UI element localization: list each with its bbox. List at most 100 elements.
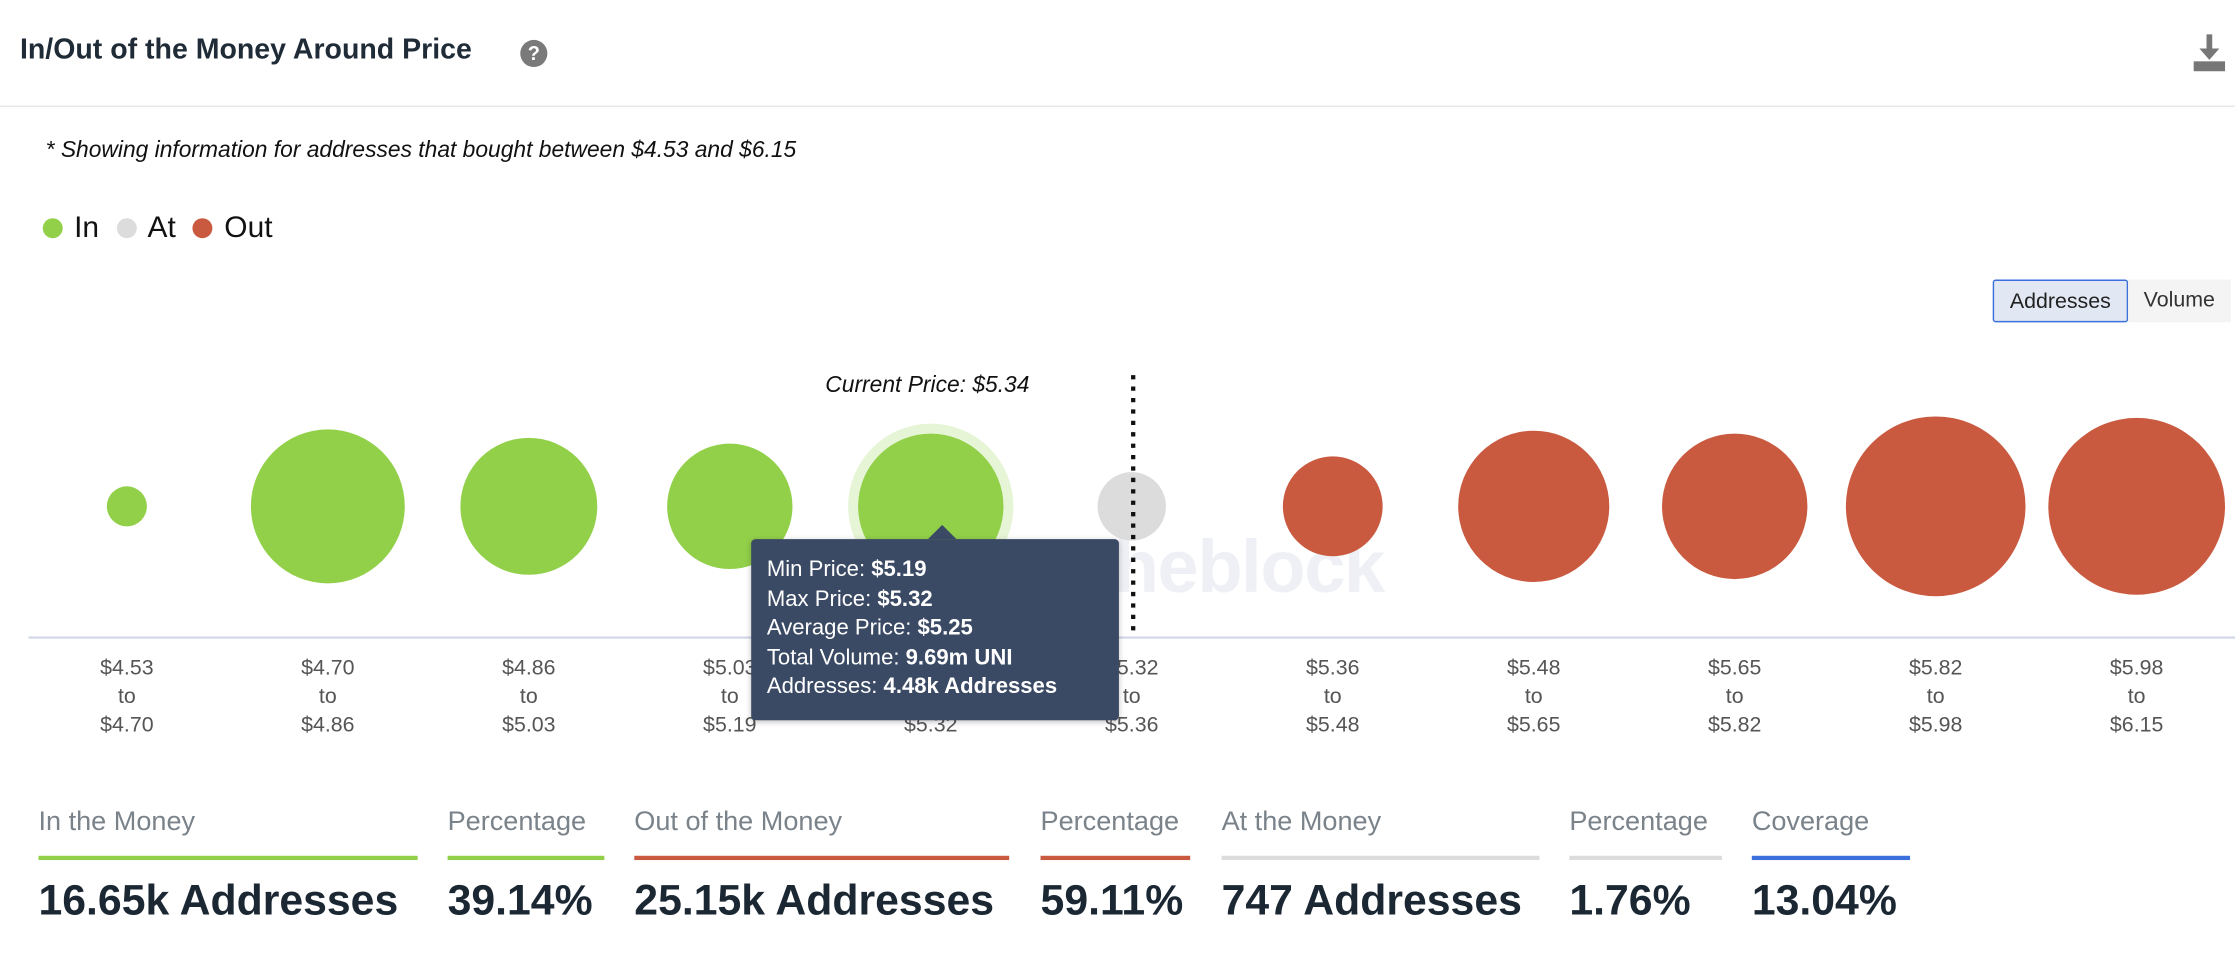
legend-dot-at (116, 218, 137, 239)
in-out-money-widget: In/Out of the Money Around Price ? * Sho… (0, 0, 2235, 957)
bubble-out[interactable] (1458, 430, 1610, 582)
x-tick-label: $5.65 (1708, 656, 1761, 680)
stat-value: 59.11% (1040, 877, 1184, 925)
stat-color-bar (1221, 855, 1540, 861)
x-tick-label: $4.86 (502, 656, 555, 680)
tooltip-label: Total Volume: (766, 645, 906, 670)
x-tick-label: $5.03 (703, 656, 756, 680)
stat-coverage: Coverage 13.04% (1751, 807, 1911, 925)
tooltip-label: Addresses: (766, 674, 884, 699)
stat-out-of-the-money: Out of the Money 25.15k Addresses (634, 807, 1010, 925)
tooltip-label: Average Price: (766, 616, 918, 641)
tooltip-row: Total Volume: 9.69m UNI (767, 644, 1119, 673)
stat-label: At the Money (1221, 807, 1382, 838)
x-tick-label: $5.03 (502, 713, 555, 737)
stat-value: 13.04% (1751, 877, 1897, 925)
stat-value: 16.65k Addresses (38, 877, 399, 925)
metric-toggle: Addresses Volume (1992, 279, 2231, 323)
tooltip-label: Min Price: (766, 557, 872, 582)
tooltip-value: $5.32 (877, 586, 933, 612)
bubble-out[interactable] (1662, 433, 1808, 580)
x-tick-label: $5.19 (703, 713, 756, 737)
tooltip-row: Min Price: $5.19 (767, 556, 1119, 585)
legend-label: Out (224, 211, 273, 244)
x-tick-label: $5.98 (1909, 713, 1962, 737)
download-icon[interactable] (2192, 34, 2226, 72)
bubble-out[interactable] (2048, 417, 2226, 595)
x-tick-label: to (319, 684, 337, 708)
stat-color-bar (1751, 855, 1911, 861)
range-note: * Showing information for addresses that… (45, 138, 797, 163)
x-tick-label: to (1927, 684, 1945, 708)
legend-item-in[interactable]: In (42, 211, 100, 245)
tooltip-row: Addresses: 4.48k Addresses (767, 673, 1119, 702)
stat-label: Out of the Money (634, 807, 843, 838)
stat-label: In the Money (38, 807, 196, 838)
stat-at-the-money: At the Money 747 Addresses (1221, 807, 1540, 925)
stat-percentage: Percentage 59.11% (1040, 807, 1191, 925)
x-tick-label: $5.82 (1909, 656, 1962, 680)
x-tick-label: $6.15 (2110, 713, 2163, 737)
x-tick-label: $5.48 (1507, 656, 1560, 680)
x-tick-label: to (520, 684, 538, 708)
x-tick-label: $4.53 (100, 656, 153, 680)
legend-dot-in (42, 218, 63, 239)
stat-percentage: Percentage 1.76% (1569, 807, 1722, 925)
stat-in-the-money: In the Money 16.65k Addresses (38, 807, 418, 925)
bubble-in[interactable] (250, 429, 405, 584)
bubble-tooltip: Min Price: $5.19 Max Price: $5.32 Average … (751, 524, 1119, 721)
chart-legend: In At Out (42, 211, 290, 245)
x-tick-label: to (2128, 684, 2146, 708)
x-tick-label: $4.86 (301, 713, 354, 737)
current-price-label: Current Price: $5.34 (825, 373, 1030, 398)
legend-label: At (147, 211, 176, 244)
x-tick-label: $4.70 (100, 713, 154, 737)
tooltip-row: Max Price: $5.32 (767, 585, 1119, 614)
header-divider (0, 105, 2235, 107)
x-tick-label: $5.48 (1306, 713, 1359, 737)
stat-color-bar (1569, 855, 1722, 861)
bubble-in[interactable] (106, 486, 147, 527)
bubble-out[interactable] (1845, 416, 2026, 597)
stat-color-bar (1040, 855, 1191, 861)
x-tick-label: to (1123, 684, 1141, 708)
stat-value: 25.15k Addresses (634, 877, 995, 925)
x-tick-label: to (721, 684, 739, 708)
stat-value: 1.76% (1569, 877, 1691, 925)
x-tick-label: $5.65 (1507, 713, 1560, 737)
question-circle-icon[interactable]: ? (520, 39, 548, 68)
stat-percentage: Percentage 39.14% (447, 807, 605, 925)
stat-value: 747 Addresses (1221, 877, 1522, 925)
stat-label: Coverage (1751, 807, 1870, 838)
x-tick-label: $5.82 (1708, 713, 1761, 737)
x-tick-label: $5.98 (2110, 656, 2163, 680)
x-tick-label: to (1726, 684, 1744, 708)
legend-item-out[interactable]: Out (192, 211, 273, 245)
tooltip-value: 4.48k Addresses (883, 674, 1058, 699)
legend-label: In (74, 211, 100, 244)
stat-color-bar (447, 855, 605, 861)
tooltip-label: Max Price: (766, 586, 878, 612)
stat-label: Percentage (1040, 807, 1180, 838)
stat-label: Percentage (447, 807, 587, 838)
tooltip-value: $5.25 (917, 616, 973, 641)
x-tick-label: $4.70 (301, 656, 355, 680)
stat-label: Percentage (1569, 807, 1708, 838)
bubble-at[interactable] (1097, 472, 1166, 541)
volume-toggle-button[interactable]: Volume (2127, 279, 2231, 323)
x-tick-label: to (118, 684, 136, 708)
bubble-out[interactable] (1282, 456, 1383, 557)
legend-dot-out (192, 218, 213, 239)
x-tick-label: to (1324, 684, 1342, 708)
bubble-in[interactable] (460, 437, 598, 575)
tooltip-row: Average Price: $5.25 (767, 615, 1119, 644)
stat-color-bar (38, 855, 418, 861)
legend-item-at[interactable]: At (116, 211, 176, 245)
x-tick-label: to (1525, 684, 1543, 708)
tooltip-value: 9.69m UNI (905, 645, 1013, 670)
addresses-toggle-button[interactable]: Addresses (1992, 279, 2128, 323)
x-tick-label: $5.36 (1306, 656, 1359, 680)
stat-color-bar (634, 855, 1010, 861)
tooltip-value: $5.19 (871, 557, 927, 582)
stat-value: 39.14% (447, 877, 593, 925)
